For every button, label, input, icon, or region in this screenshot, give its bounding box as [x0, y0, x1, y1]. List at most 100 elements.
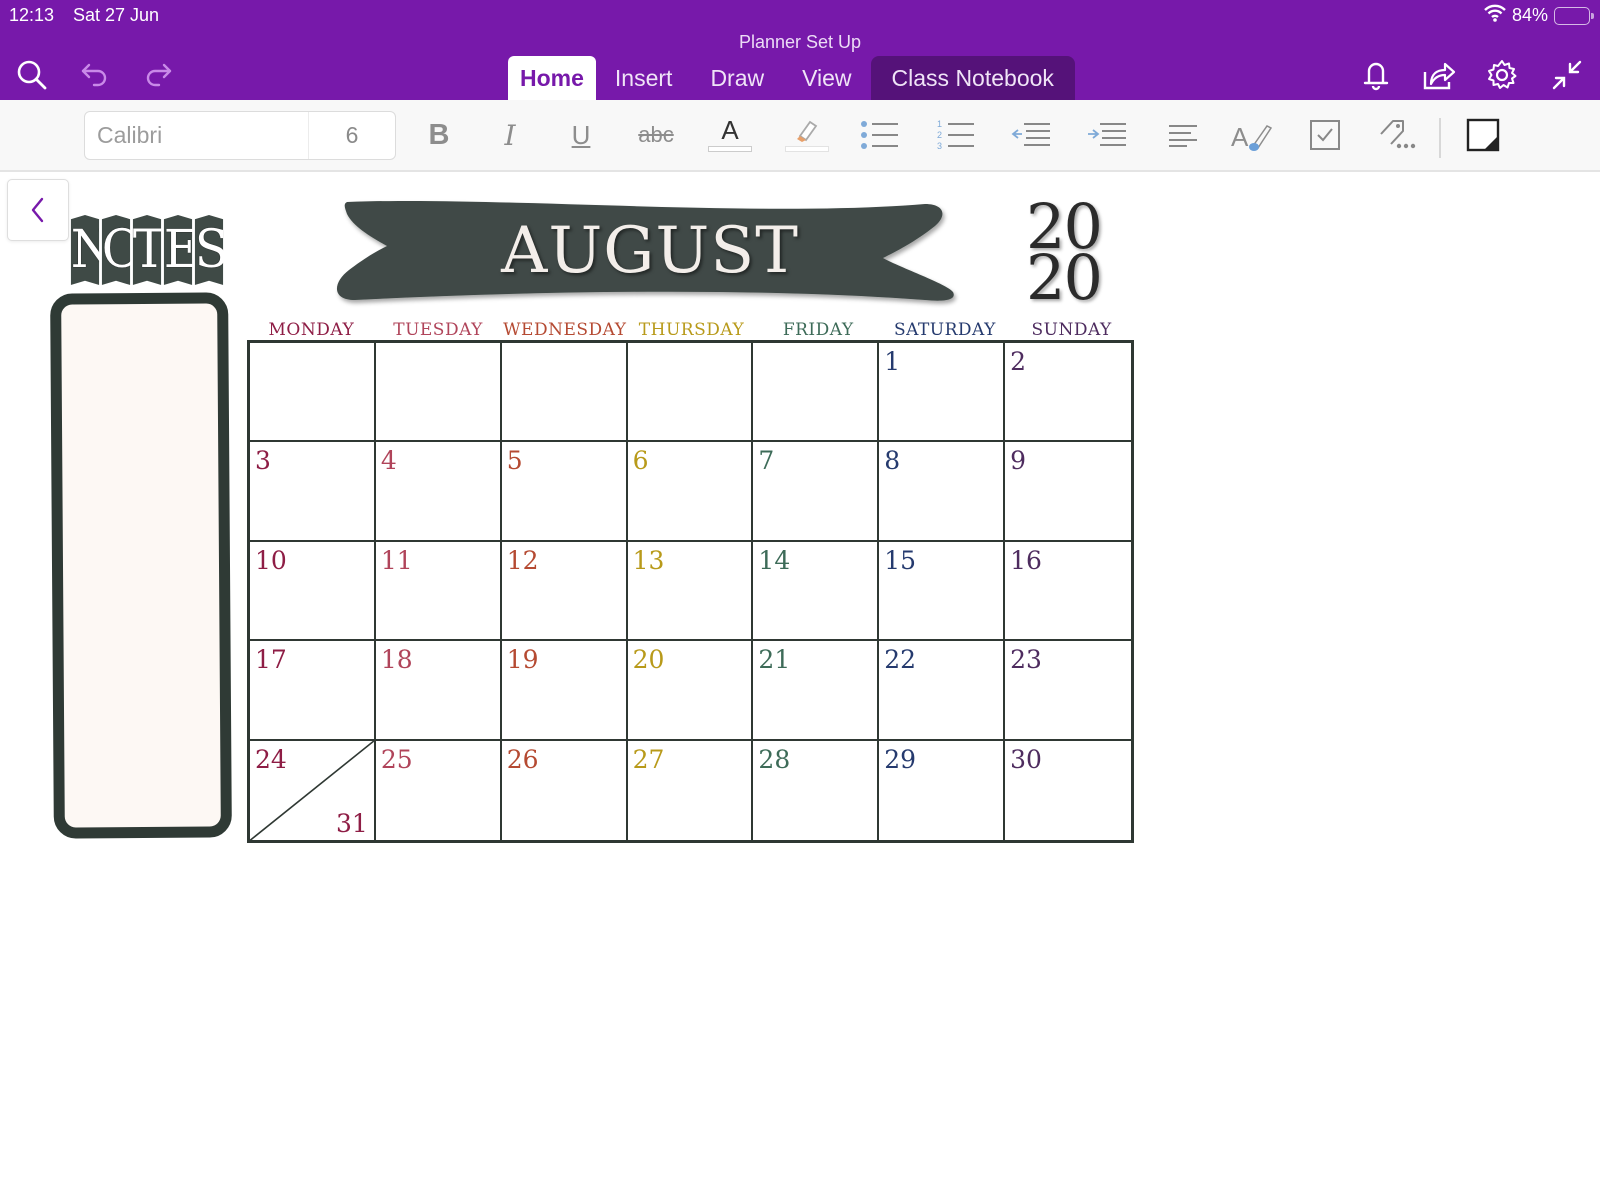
app-header: 12:13 Sat 27 Jun 84% Planner Set Up Home…: [0, 0, 1600, 100]
todo-tag-button[interactable]: [1302, 114, 1348, 156]
notes-letter: S: [194, 215, 224, 285]
font-color-swatch: [708, 146, 752, 152]
day-cell-18[interactable]: 18: [375, 641, 502, 741]
empty-day-cell[interactable]: [627, 343, 754, 443]
tab-class-notebook[interactable]: Class Notebook: [870, 56, 1075, 100]
tag-icon: [1380, 120, 1416, 149]
strikethrough-icon: abc: [638, 122, 674, 147]
outdent-button[interactable]: [1008, 114, 1054, 156]
day-cell-17[interactable]: 17: [250, 641, 376, 741]
day-number: 5: [506, 446, 523, 476]
font-name-field[interactable]: Calibri: [85, 112, 309, 159]
day-number: 1: [884, 347, 901, 376]
day-cell-11[interactable]: 11: [375, 541, 502, 642]
day-cell-7[interactable]: 7: [753, 442, 880, 542]
day-cell-27[interactable]: 27: [628, 740, 754, 840]
indent-icon: [1088, 123, 1126, 146]
outdent-icon: [1011, 123, 1050, 146]
italic-button[interactable]: I: [487, 114, 533, 156]
font-size-field[interactable]: 6: [309, 112, 395, 159]
share-button[interactable]: [1419, 55, 1459, 95]
day-number: 9: [1010, 446, 1027, 476]
undo-button[interactable]: [75, 55, 115, 95]
sticky-note-button[interactable]: [1460, 114, 1506, 156]
strikethrough-button[interactable]: abc: [630, 114, 682, 156]
underline-button[interactable]: U: [558, 114, 604, 156]
day-cell-24[interactable]: 24 31: [250, 740, 376, 840]
weekday-label-monday: MONDAY: [268, 320, 355, 340]
day-cell-25[interactable]: 25: [376, 740, 502, 840]
tab-home[interactable]: Home: [508, 56, 596, 100]
day-number: 25: [380, 744, 413, 774]
font-picker: Calibri 6: [84, 111, 396, 160]
day-cell-2[interactable]: 2: [1005, 343, 1131, 443]
day-cell-20[interactable]: 20: [627, 641, 754, 741]
styles-icon: A: [1231, 122, 1273, 152]
weekday-label-wednesday: WEDNESDAY: [503, 320, 627, 340]
day-cell-8[interactable]: 8: [879, 442, 1006, 542]
empty-day-cell[interactable]: [250, 343, 376, 443]
day-number: 12: [506, 545, 539, 575]
day-cell-5[interactable]: 5: [501, 442, 628, 542]
notifications-button[interactable]: [1356, 55, 1396, 95]
styles-button[interactable]: A: [1230, 114, 1276, 156]
day-cell-21[interactable]: 21: [753, 641, 880, 741]
day-cell-9[interactable]: 9: [1005, 442, 1131, 542]
redo-icon: [146, 63, 172, 87]
day-cell-29[interactable]: 29: [879, 740, 1006, 840]
day-cell-12[interactable]: 12: [501, 541, 628, 642]
day-cell-1[interactable]: 1: [879, 343, 1006, 443]
indent-button[interactable]: [1084, 114, 1130, 156]
font-color-button[interactable]: A: [707, 114, 753, 156]
notes-box[interactable]: [50, 292, 232, 839]
day-cell-13[interactable]: 13: [627, 541, 754, 642]
search-button[interactable]: [12, 55, 52, 95]
day-cell-19[interactable]: 19: [501, 641, 628, 741]
day-number: 28: [758, 744, 791, 774]
day-cell-15[interactable]: 15: [879, 541, 1006, 642]
day-cell-22[interactable]: 22: [879, 641, 1006, 741]
align-button[interactable]: [1160, 114, 1206, 156]
battery-percent: 84%: [1511, 5, 1548, 25]
day-cell-28[interactable]: 28: [753, 740, 880, 840]
day-cell-6[interactable]: 6: [627, 442, 754, 542]
font-color-icon: A: [721, 115, 739, 145]
italic-icon: I: [504, 118, 516, 152]
day-cell-23[interactable]: 23: [1005, 641, 1131, 741]
collapse-button[interactable]: [1547, 55, 1587, 95]
day-cell-3[interactable]: 3: [250, 442, 376, 542]
bold-button[interactable]: B: [416, 114, 462, 156]
weekday-header: MONDAY TUESDAY WEDNESDAY THURSDAY FRIDAY SATU…: [248, 320, 1134, 342]
empty-day-cell[interactable]: [501, 343, 628, 443]
tab-insert[interactable]: Insert: [596, 56, 692, 100]
ribbon-divider: [1439, 118, 1441, 158]
weekday-label-thursday: THURSDAY: [638, 320, 745, 340]
day-cell-10[interactable]: 10: [250, 541, 376, 642]
tab-view[interactable]: View: [783, 56, 870, 100]
day-cell-14[interactable]: 14: [753, 541, 880, 642]
back-button[interactable]: [7, 179, 69, 241]
numbered-list-button[interactable]: 123: [933, 114, 979, 156]
gear-icon: [1488, 60, 1517, 89]
ribbon-tabs: Home Insert Draw View Class Notebook: [508, 56, 1075, 100]
settings-button[interactable]: [1482, 55, 1522, 95]
redo-button[interactable]: [138, 55, 178, 95]
day-number: 16: [1010, 545, 1042, 575]
tab-draw[interactable]: Draw: [691, 56, 783, 100]
day-number: 17: [255, 645, 287, 675]
month-title: AUGUST: [501, 214, 799, 288]
more-tags-button[interactable]: [1374, 114, 1420, 156]
bold-icon: B: [428, 118, 450, 151]
weekday-label-saturday: SATURDAY: [893, 320, 996, 340]
bulleted-list-button[interactable]: [857, 114, 903, 156]
day-cell-26[interactable]: 26: [502, 740, 628, 840]
day-cell-4[interactable]: 4: [375, 442, 502, 542]
day-cell-30[interactable]: 30: [1005, 741, 1131, 840]
share-icon: [1423, 62, 1456, 90]
empty-day-cell[interactable]: [753, 343, 880, 443]
day-cell-16[interactable]: 16: [1005, 542, 1131, 642]
day-number: 8: [884, 446, 901, 476]
empty-day-cell[interactable]: [375, 343, 502, 443]
day-number: 15: [884, 545, 917, 575]
highlight-button[interactable]: [784, 114, 830, 156]
